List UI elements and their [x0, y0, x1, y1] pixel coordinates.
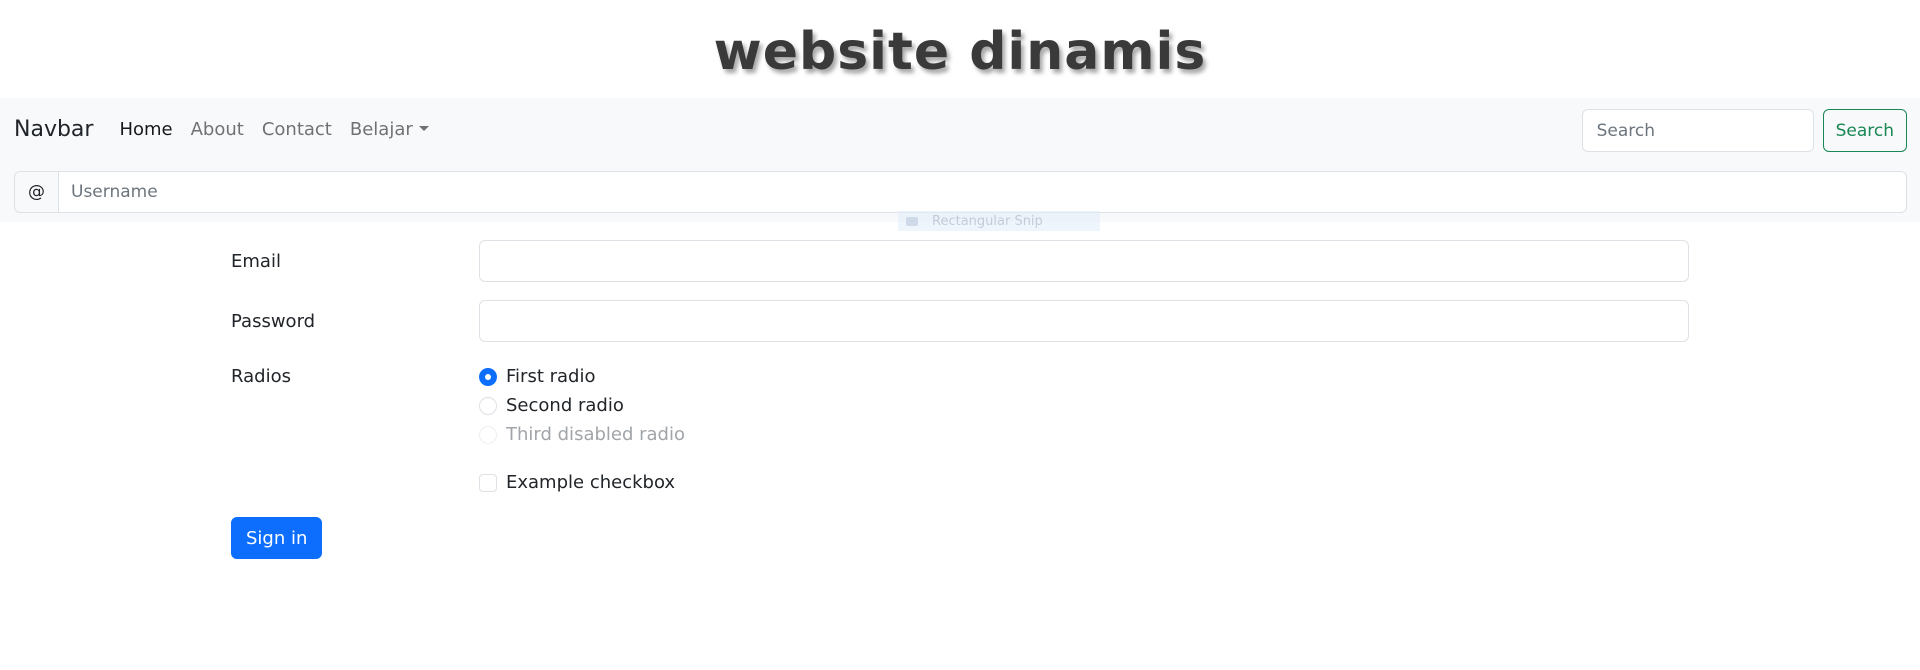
radio-first[interactable]: First radio	[479, 362, 685, 391]
nav-link-about[interactable]: About	[191, 119, 244, 140]
search-input[interactable]	[1581, 109, 1814, 152]
checkbox-row: Example checkbox	[479, 468, 1689, 497]
radios-label: Radios	[231, 366, 291, 387]
radio-second[interactable]: Second radio	[479, 391, 685, 420]
site-title: website dinamis	[713, 22, 1207, 82]
sign-in-button[interactable]: Sign in	[231, 517, 323, 559]
nav-dropdown-belajar[interactable]: Belajar	[350, 119, 429, 140]
signin-form: Email Password Radios First radio Second…	[231, 240, 1689, 559]
nav-dropdown-label: Belajar	[349, 119, 413, 140]
search-button[interactable]: Search	[1822, 109, 1907, 152]
radio-group: First radio Second radio Third disabled …	[479, 362, 685, 449]
radio-disabled-icon	[479, 425, 497, 444]
nav-link-home[interactable]: Home	[119, 119, 172, 140]
nav-link-contact[interactable]: Contact	[262, 119, 332, 140]
checkbox-icon	[479, 473, 497, 492]
snip-label: Rectangular Snip	[932, 213, 1043, 229]
email-label: Email	[231, 250, 281, 272]
navbar-container: Navbar Home About Contact Belajar Search…	[0, 98, 1920, 222]
at-sign-addon: @	[14, 171, 59, 213]
username-input[interactable]	[59, 171, 1907, 213]
radio-unchecked-icon	[479, 396, 497, 415]
password-field[interactable]	[479, 300, 1689, 342]
checkbox-label: Example checkbox	[506, 472, 676, 493]
navbar: Navbar Home About Contact Belajar Search	[0, 98, 1920, 161]
username-input-group: @	[14, 171, 1907, 213]
navbar-brand[interactable]: Navbar	[14, 117, 93, 142]
radio-first-label: First radio	[506, 366, 596, 387]
radio-second-label: Second radio	[506, 395, 624, 416]
password-row: Password	[231, 300, 1689, 342]
radios-row: Radios First radio Second radio Third di…	[231, 362, 1689, 449]
navbar-search-form: Search	[1581, 109, 1907, 152]
radio-third-label: Third disabled radio	[506, 424, 685, 445]
snip-icon	[906, 216, 918, 226]
rectangular-snip-overlay: Rectangular Snip	[898, 211, 1100, 231]
password-label: Password	[231, 310, 316, 332]
email-row: Email	[231, 240, 1689, 282]
radio-checked-icon	[479, 367, 497, 386]
caret-down-icon	[418, 125, 429, 131]
example-checkbox[interactable]: Example checkbox	[479, 468, 1689, 497]
radio-third-disabled: Third disabled radio	[479, 420, 685, 449]
email-field[interactable]	[479, 240, 1689, 282]
